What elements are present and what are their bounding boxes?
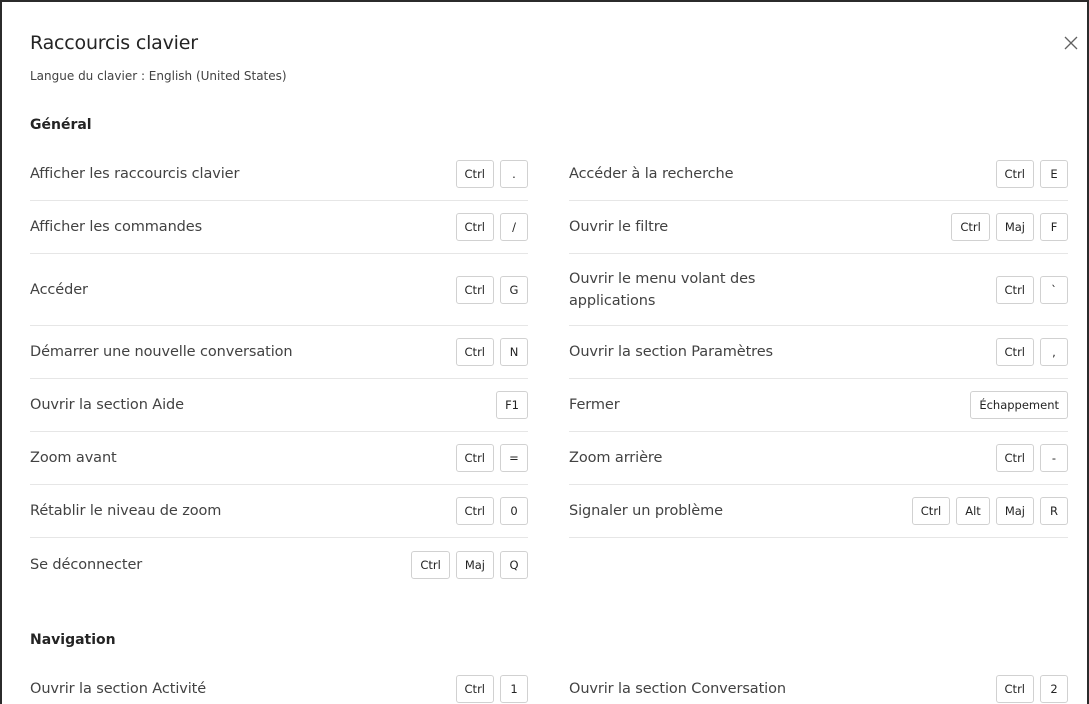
key-cap: Ctrl [995,338,1034,366]
shortcut-label: Afficher les commandes [30,219,203,235]
key-cap: Ctrl [951,213,990,241]
shortcut-keys: Ctrl - [995,444,1068,472]
key-cap: F [1040,213,1068,241]
shortcut-keys: Ctrl. [455,160,528,188]
shortcut-label: Ouvrir le menu volant des applications [569,270,756,309]
key-cap: Maj [995,213,1034,241]
section-title-navigation: Navigation [30,632,116,648]
navigation-right-column: Ouvrir la section Conversation Ctrl 2 [569,663,1068,704]
key-cap: Ctrl [455,338,494,366]
key-cap: Ctrl [995,275,1034,304]
key-cap: G [500,275,528,304]
shortcut-row-signaler-un-probleme: Signaler un problème Ctrl Alt Maj R [569,485,1068,538]
keyboard-language: Langue du clavier : English (United Stat… [30,69,287,83]
key-cap: ` [1040,275,1068,304]
shortcut-keys: Ctrl E [995,160,1068,188]
key-cap: Q [500,550,528,579]
shortcut-row-ouvrir-la-section-parametres: Ouvrir la section Paramètres Ctrl, [569,326,1068,379]
key-cap: Ctrl [995,444,1034,472]
navigation-left-column: Ouvrir la section Activité Ctrl 1 [30,663,528,704]
shortcut-row-retablir-le-niveau-de-zoom: Rétablir le niveau de zoom Ctrl 0 [30,485,528,538]
shortcut-row-ouvrir-la-section-activite: Ouvrir la section Activité Ctrl 1 [30,663,528,704]
shortcut-keys: Ctrl 1 [455,675,528,703]
shortcut-row-acceder-a-la-recherche: Accéder à la recherche Ctrl E [569,148,1068,201]
shortcut-row-ouvrir-le-menu-volant-des-applications: Ouvrir le menu volant des applications Ct… [569,254,1068,326]
shortcut-label: Ouvrir la section Activité [30,681,207,697]
shortcut-row-ouvrir-la-section-aide: Ouvrir la section Aide F1 [30,379,528,432]
shortcut-row-afficher-les-commandes: Afficher les commandes Ctrl / [30,201,528,254]
shortcut-label: Rétablir le niveau de zoom [30,503,222,519]
dialog-title: Raccourcis clavier [30,32,198,54]
general-left-column: Afficher les raccourcis clavier Ctrl. Affi… [30,148,528,591]
shortcut-label: Démarrer une nouvelle conversation [30,344,293,360]
key-cap: 0 [500,497,528,525]
shortcut-label: Se déconnecter [30,556,143,573]
shortcut-keys: Ctrl ` [995,275,1068,304]
shortcut-keys: Ctrl Alt Maj R [911,497,1068,525]
shortcut-label: Accéder à la recherche [569,166,734,182]
key-cap: Ctrl [995,160,1034,188]
shortcut-row-zoom-arriere: Zoom arrière Ctrl - [569,432,1068,485]
shortcut-label: Zoom arrière [569,450,663,466]
key-cap: R [1040,497,1068,525]
keyboard-shortcuts-dialog: Raccourcis clavier Langue du clavier : E… [0,0,1089,704]
shortcut-row-zoom-avant: Zoom avant Ctrl = [30,432,528,485]
key-cap: Ctrl [455,497,494,525]
key-cap: 1 [500,675,528,703]
shortcut-keys: Ctrl 0 [455,497,528,525]
key-cap: Échappement [970,391,1068,419]
shortcut-keys: Ctrl N [455,338,528,366]
key-cap: Ctrl [455,444,494,472]
shortcut-label: Ouvrir la section Conversation [569,681,786,697]
shortcut-label: Ouvrir la section Paramètres [569,344,773,360]
key-cap: 2 [1040,675,1068,703]
shortcut-row-fermer: Fermer Échappement [569,379,1068,432]
shortcut-keys: F1 [496,391,528,419]
key-cap: = [500,444,528,472]
key-cap: E [1040,160,1068,188]
shortcut-label: Ouvrir le filtre [569,219,669,235]
key-cap: Alt [956,497,990,525]
section-title-general: Général [30,117,92,133]
shortcut-keys: Ctrl / [455,213,528,241]
shortcut-row-afficher-les-raccourcis-clavier: Afficher les raccourcis clavier Ctrl. [30,148,528,201]
shortcut-keys: Ctrl, [995,338,1068,366]
shortcut-keys: Ctrl G [455,275,528,304]
shortcut-label: Zoom avant [30,450,117,466]
key-cap: Ctrl [455,275,494,304]
key-cap: Maj [455,550,494,579]
key-cap: N [500,338,528,366]
key-cap: Ctrl [455,675,494,703]
key-cap: Ctrl [995,675,1034,703]
key-cap: - [1040,444,1068,472]
key-cap: F1 [496,391,528,419]
key-cap: Ctrl [911,497,951,525]
key-cap: Ctrl [455,213,494,241]
shortcut-keys: Ctrl Maj Q [411,550,528,579]
general-right-column: Accéder à la recherche Ctrl E Ouvrir le fil… [569,148,1068,538]
shortcut-row-se-deconnecter: Se déconnecter Ctrl Maj Q [30,538,528,591]
shortcut-keys: Ctrl = [455,444,528,472]
shortcut-keys: Échappement [970,391,1068,419]
shortcut-keys: Ctrl 2 [995,675,1068,703]
shortcut-label: Ouvrir la section Aide [30,397,184,413]
key-cap: Ctrl [411,550,450,579]
shortcut-label: Accéder [30,281,88,298]
shortcut-label: Signaler un problème [569,503,723,519]
key-cap: / [500,213,528,241]
key-cap: Maj [995,497,1034,525]
shortcut-row-ouvrir-la-section-conversation: Ouvrir la section Conversation Ctrl 2 [569,663,1068,704]
key-cap: Ctrl [455,160,494,188]
key-cap: , [1040,338,1068,366]
shortcut-row-demarrer-une-nouvelle-conversation: Démarrer une nouvelle conversation Ctrl N [30,326,528,379]
shortcut-label: Afficher les raccourcis clavier [30,166,240,182]
close-icon[interactable] [1061,33,1081,53]
shortcut-label: Fermer [569,397,620,413]
shortcut-row-ouvrir-le-filtre: Ouvrir le filtre Ctrl Maj F [569,201,1068,254]
shortcut-row-acceder: Accéder Ctrl G [30,254,528,326]
key-cap: . [500,160,528,188]
shortcut-keys: Ctrl Maj F [951,213,1068,241]
